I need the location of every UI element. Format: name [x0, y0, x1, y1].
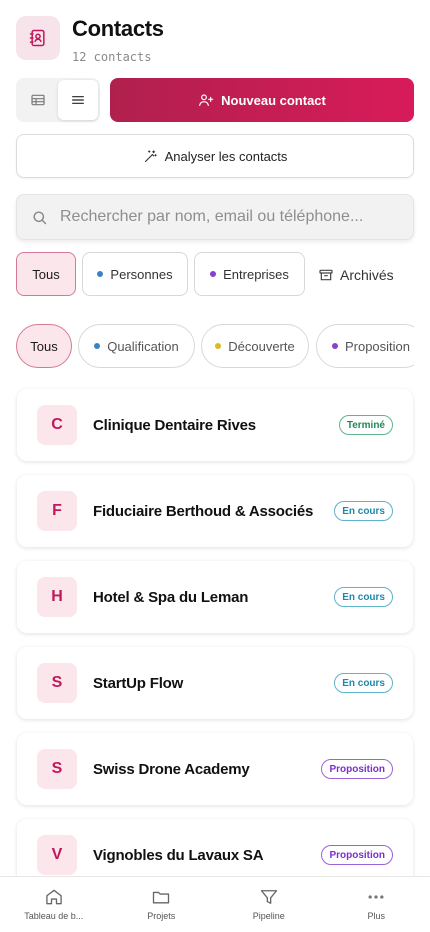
- contact-card[interactable]: S Swiss Drone Academy Proposition: [17, 733, 413, 805]
- search-icon: [33, 210, 47, 224]
- person-dot-icon: [97, 271, 104, 277]
- status-badge: Proposition: [321, 759, 393, 779]
- contact-name: Fiduciaire Berthoud & Associés: [93, 502, 314, 520]
- stage-filter-proposal[interactable]: Proposition: [316, 324, 414, 368]
- magic-wand-icon: [144, 149, 157, 162]
- address-book-icon: [16, 16, 60, 60]
- nav-label: Plus: [367, 911, 385, 921]
- stage-filter-all[interactable]: Tous: [16, 324, 72, 368]
- proposal-dot-icon: [331, 343, 338, 349]
- status-badge: En cours: [334, 501, 393, 521]
- contact-name: Swiss Drone Academy: [93, 760, 250, 778]
- view-toggle: [16, 78, 100, 122]
- status-badge: En cours: [334, 587, 393, 607]
- nav-label: Projets: [147, 911, 176, 921]
- list-view-button[interactable]: [58, 80, 98, 120]
- stage-filters: Tous Qualification Découverte Propositio…: [0, 320, 414, 372]
- archive-icon: [319, 269, 333, 281]
- contact-name: Hotel & Spa du Leman: [93, 588, 249, 606]
- contact-card[interactable]: S StartUp Flow En cours: [17, 647, 413, 719]
- contact-name: Vignobles du Lavaux SA: [93, 846, 264, 864]
- home-icon: [46, 889, 62, 905]
- list-icon: [72, 96, 84, 104]
- status-badge: Terminé: [338, 415, 393, 435]
- qualification-dot-icon: [94, 343, 101, 349]
- nav-item-projects[interactable]: Projets: [108, 877, 216, 932]
- page-title: Contacts: [72, 16, 164, 41]
- new-contact-label: Nouveau contact: [221, 92, 326, 108]
- avatar: C: [37, 405, 77, 445]
- type-filter-persons[interactable]: Personnes: [82, 252, 188, 296]
- stage-filter-label: Qualification: [107, 338, 179, 354]
- analyze-label: Analyser les contacts: [164, 148, 288, 164]
- nav-label: Pipeline: [252, 911, 285, 921]
- stage-filter-qualification[interactable]: Qualification: [78, 324, 195, 368]
- analyze-contacts-button[interactable]: Analyser les contacts: [16, 134, 414, 178]
- type-filter-all[interactable]: Tous: [16, 252, 76, 296]
- stage-filter-discovery[interactable]: Découverte: [201, 324, 309, 368]
- avatar: H: [37, 577, 77, 617]
- type-filter-companies[interactable]: Entreprises: [194, 252, 305, 296]
- avatar: F: [37, 491, 77, 531]
- status-badge: En cours: [334, 673, 393, 693]
- type-filter-label: Entreprises: [223, 266, 289, 282]
- company-dot-icon: [210, 271, 217, 277]
- stage-filter-label: Tous: [30, 338, 58, 354]
- table-view-button[interactable]: [18, 80, 58, 120]
- nav-label: Tableau de b...: [24, 911, 84, 921]
- new-contact-button[interactable]: Nouveau contact: [110, 78, 414, 122]
- page-header: Contacts 12 contacts: [16, 16, 164, 64]
- nav-item-dashboard[interactable]: Tableau de b...: [0, 877, 108, 932]
- avatar: S: [37, 663, 77, 703]
- discovery-dot-icon: [215, 343, 222, 349]
- contact-card[interactable]: H Hotel & Spa du Leman En cours: [17, 561, 413, 633]
- contact-count: 12 contacts: [72, 50, 152, 64]
- table-icon: [31, 94, 45, 106]
- contact-name: Clinique Dentaire Rives: [93, 416, 256, 434]
- filter-icon: [260, 890, 277, 904]
- search-box: [16, 194, 414, 240]
- contact-name: StartUp Flow: [93, 674, 184, 692]
- stage-filter-label: Découverte: [228, 338, 295, 354]
- contact-card[interactable]: F Fiduciaire Berthoud & Associés En cour…: [17, 475, 413, 547]
- avatar: S: [37, 749, 77, 789]
- archives-button[interactable]: Archivés: [318, 253, 394, 297]
- archives-label: Archivés: [340, 267, 394, 283]
- stage-filter-label: Proposition: [344, 338, 411, 354]
- nav-item-more[interactable]: Plus: [323, 877, 430, 932]
- add-user-icon: [199, 94, 214, 106]
- nav-item-pipeline[interactable]: Pipeline: [215, 877, 323, 932]
- contact-card[interactable]: C Clinique Dentaire Rives Terminé: [17, 389, 413, 461]
- more-icon: [368, 895, 384, 899]
- type-filter-label: Personnes: [110, 266, 173, 282]
- avatar: V: [37, 835, 77, 875]
- type-filter-label: Tous: [32, 266, 60, 282]
- folder-icon: [153, 891, 170, 904]
- bottom-nav: Tableau de b... Projets Pipeline Plus: [0, 876, 430, 932]
- search-input[interactable]: [60, 208, 400, 226]
- status-badge: Proposition: [321, 845, 393, 865]
